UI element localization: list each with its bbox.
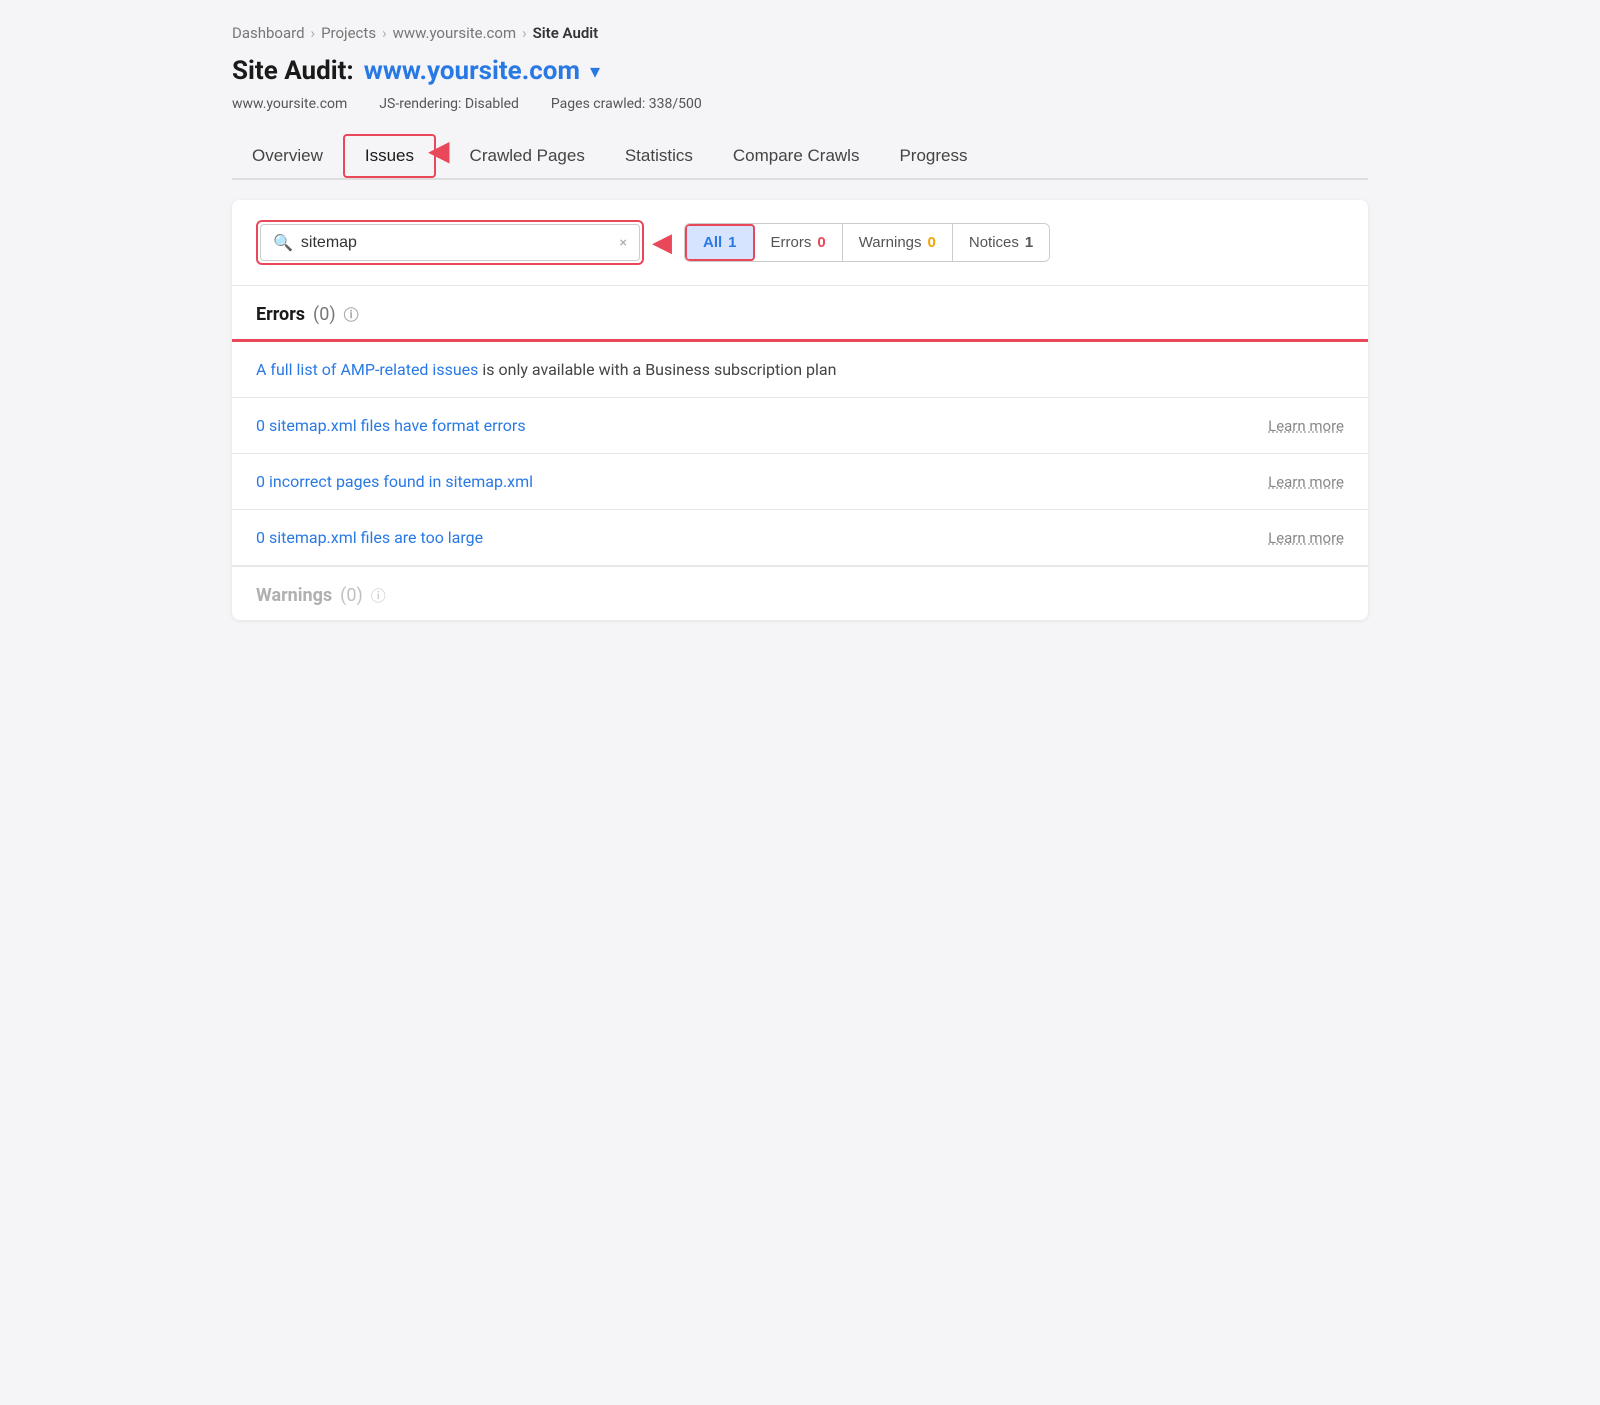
filter-warnings-button[interactable]: Warnings 0 <box>843 224 953 261</box>
breadcrumb-site[interactable]: www.yoursite.com <box>393 24 517 42</box>
search-input[interactable] <box>301 234 612 252</box>
chevron-down-icon[interactable]: ▾ <box>590 59 600 83</box>
issue-sitemap-format-text[interactable]: 0 sitemap.xml files have format errors <box>256 416 1248 435</box>
errors-title: Errors <box>256 304 305 325</box>
issue-sitemap-large-text[interactable]: 0 sitemap.xml files are too large <box>256 528 1248 547</box>
filter-notices-count: 1 <box>1025 234 1033 251</box>
page-title-label: Site Audit: <box>232 56 354 86</box>
breadcrumb-sep-1: › <box>311 24 316 42</box>
tab-statistics[interactable]: Statistics <box>605 134 713 178</box>
search-box: 🔍 × <box>260 224 640 261</box>
tab-issues[interactable]: Issues <box>343 134 436 178</box>
clear-search-icon[interactable]: × <box>620 235 627 251</box>
filter-errors-label: Errors <box>771 234 812 251</box>
warnings-title: Warnings <box>256 585 332 606</box>
meta-pages-crawled: Pages crawled: 338/500 <box>551 96 702 112</box>
tab-progress[interactable]: Progress <box>879 134 987 178</box>
filter-all-count: 1 <box>728 234 736 251</box>
nav-tabs: Overview Issues ◀ Crawled Pages Statisti… <box>232 134 1368 180</box>
issue-sitemap-format-learn-more[interactable]: Learn more <box>1268 417 1344 435</box>
site-name-link[interactable]: www.yoursite.com <box>364 56 580 86</box>
breadcrumb-projects[interactable]: Projects <box>321 24 376 42</box>
search-box-wrapper: 🔍 × <box>256 220 644 265</box>
meta-info: www.yoursite.com JS-rendering: Disabled … <box>232 96 1368 112</box>
errors-count: (0) <box>313 304 336 325</box>
errors-info-icon[interactable]: ⓘ <box>344 304 359 325</box>
warnings-section-header: Warnings (0) ⓘ <box>232 567 1368 620</box>
breadcrumb-dashboard[interactable]: Dashboard <box>232 24 305 42</box>
filter-buttons: All 1 Errors 0 Warnings 0 Notices 1 <box>684 223 1050 262</box>
filter-bar: 🔍 × ◀ All 1 Errors 0 Warnings <box>232 200 1368 286</box>
amp-issues-link[interactable]: A full list of AMP-related issues <box>256 360 478 379</box>
filter-notices-button[interactable]: Notices 1 <box>953 224 1049 261</box>
meta-js-rendering: JS-rendering: Disabled <box>379 96 519 112</box>
filter-arrow-icon: ◀ <box>652 228 672 258</box>
warnings-info-icon[interactable]: ⓘ <box>371 585 386 606</box>
warnings-count: (0) <box>340 585 363 606</box>
filter-warnings-label: Warnings <box>859 234 922 251</box>
amp-notice-text: A full list of AMP-related issues is onl… <box>256 360 1344 379</box>
issue-row-sitemap-large: 0 sitemap.xml files are too large Learn … <box>232 510 1368 566</box>
issue-sitemap-large-learn-more[interactable]: Learn more <box>1268 529 1344 547</box>
tab-crawled-pages[interactable]: Crawled Pages <box>450 134 605 178</box>
issue-row-sitemap-incorrect: 0 incorrect pages found in sitemap.xml L… <box>232 454 1368 510</box>
breadcrumb-sep-3: › <box>522 24 527 42</box>
page-title-row: Site Audit: www.yoursite.com ▾ <box>232 56 1368 86</box>
filter-errors-count: 0 <box>817 234 825 251</box>
tab-overview[interactable]: Overview <box>232 134 343 178</box>
tab-compare-crawls[interactable]: Compare Crawls <box>713 134 880 178</box>
search-icon: 🔍 <box>273 233 293 252</box>
amp-notice-rest: is only available with a Business subscr… <box>482 360 836 379</box>
filter-notices-label: Notices <box>969 234 1019 251</box>
filter-all-button[interactable]: All 1 <box>685 224 755 261</box>
issue-sitemap-incorrect-text[interactable]: 0 incorrect pages found in sitemap.xml <box>256 472 1248 491</box>
breadcrumb-sep-2: › <box>382 24 387 42</box>
meta-domain: www.yoursite.com <box>232 96 347 112</box>
breadcrumb-current: Site Audit <box>533 24 599 42</box>
errors-section-header: Errors (0) ⓘ <box>232 286 1368 339</box>
issue-row-sitemap-format: 0 sitemap.xml files have format errors L… <box>232 398 1368 454</box>
issue-sitemap-incorrect-learn-more[interactable]: Learn more <box>1268 473 1344 491</box>
filter-warnings-count: 0 <box>928 234 936 251</box>
filter-all-label: All <box>703 234 722 251</box>
breadcrumb: Dashboard › Projects › www.yoursite.com … <box>232 24 1368 42</box>
content-panel: 🔍 × ◀ All 1 Errors 0 Warnings <box>232 200 1368 620</box>
filter-errors-button[interactable]: Errors 0 <box>755 224 843 261</box>
amp-notice-row: A full list of AMP-related issues is onl… <box>232 342 1368 398</box>
